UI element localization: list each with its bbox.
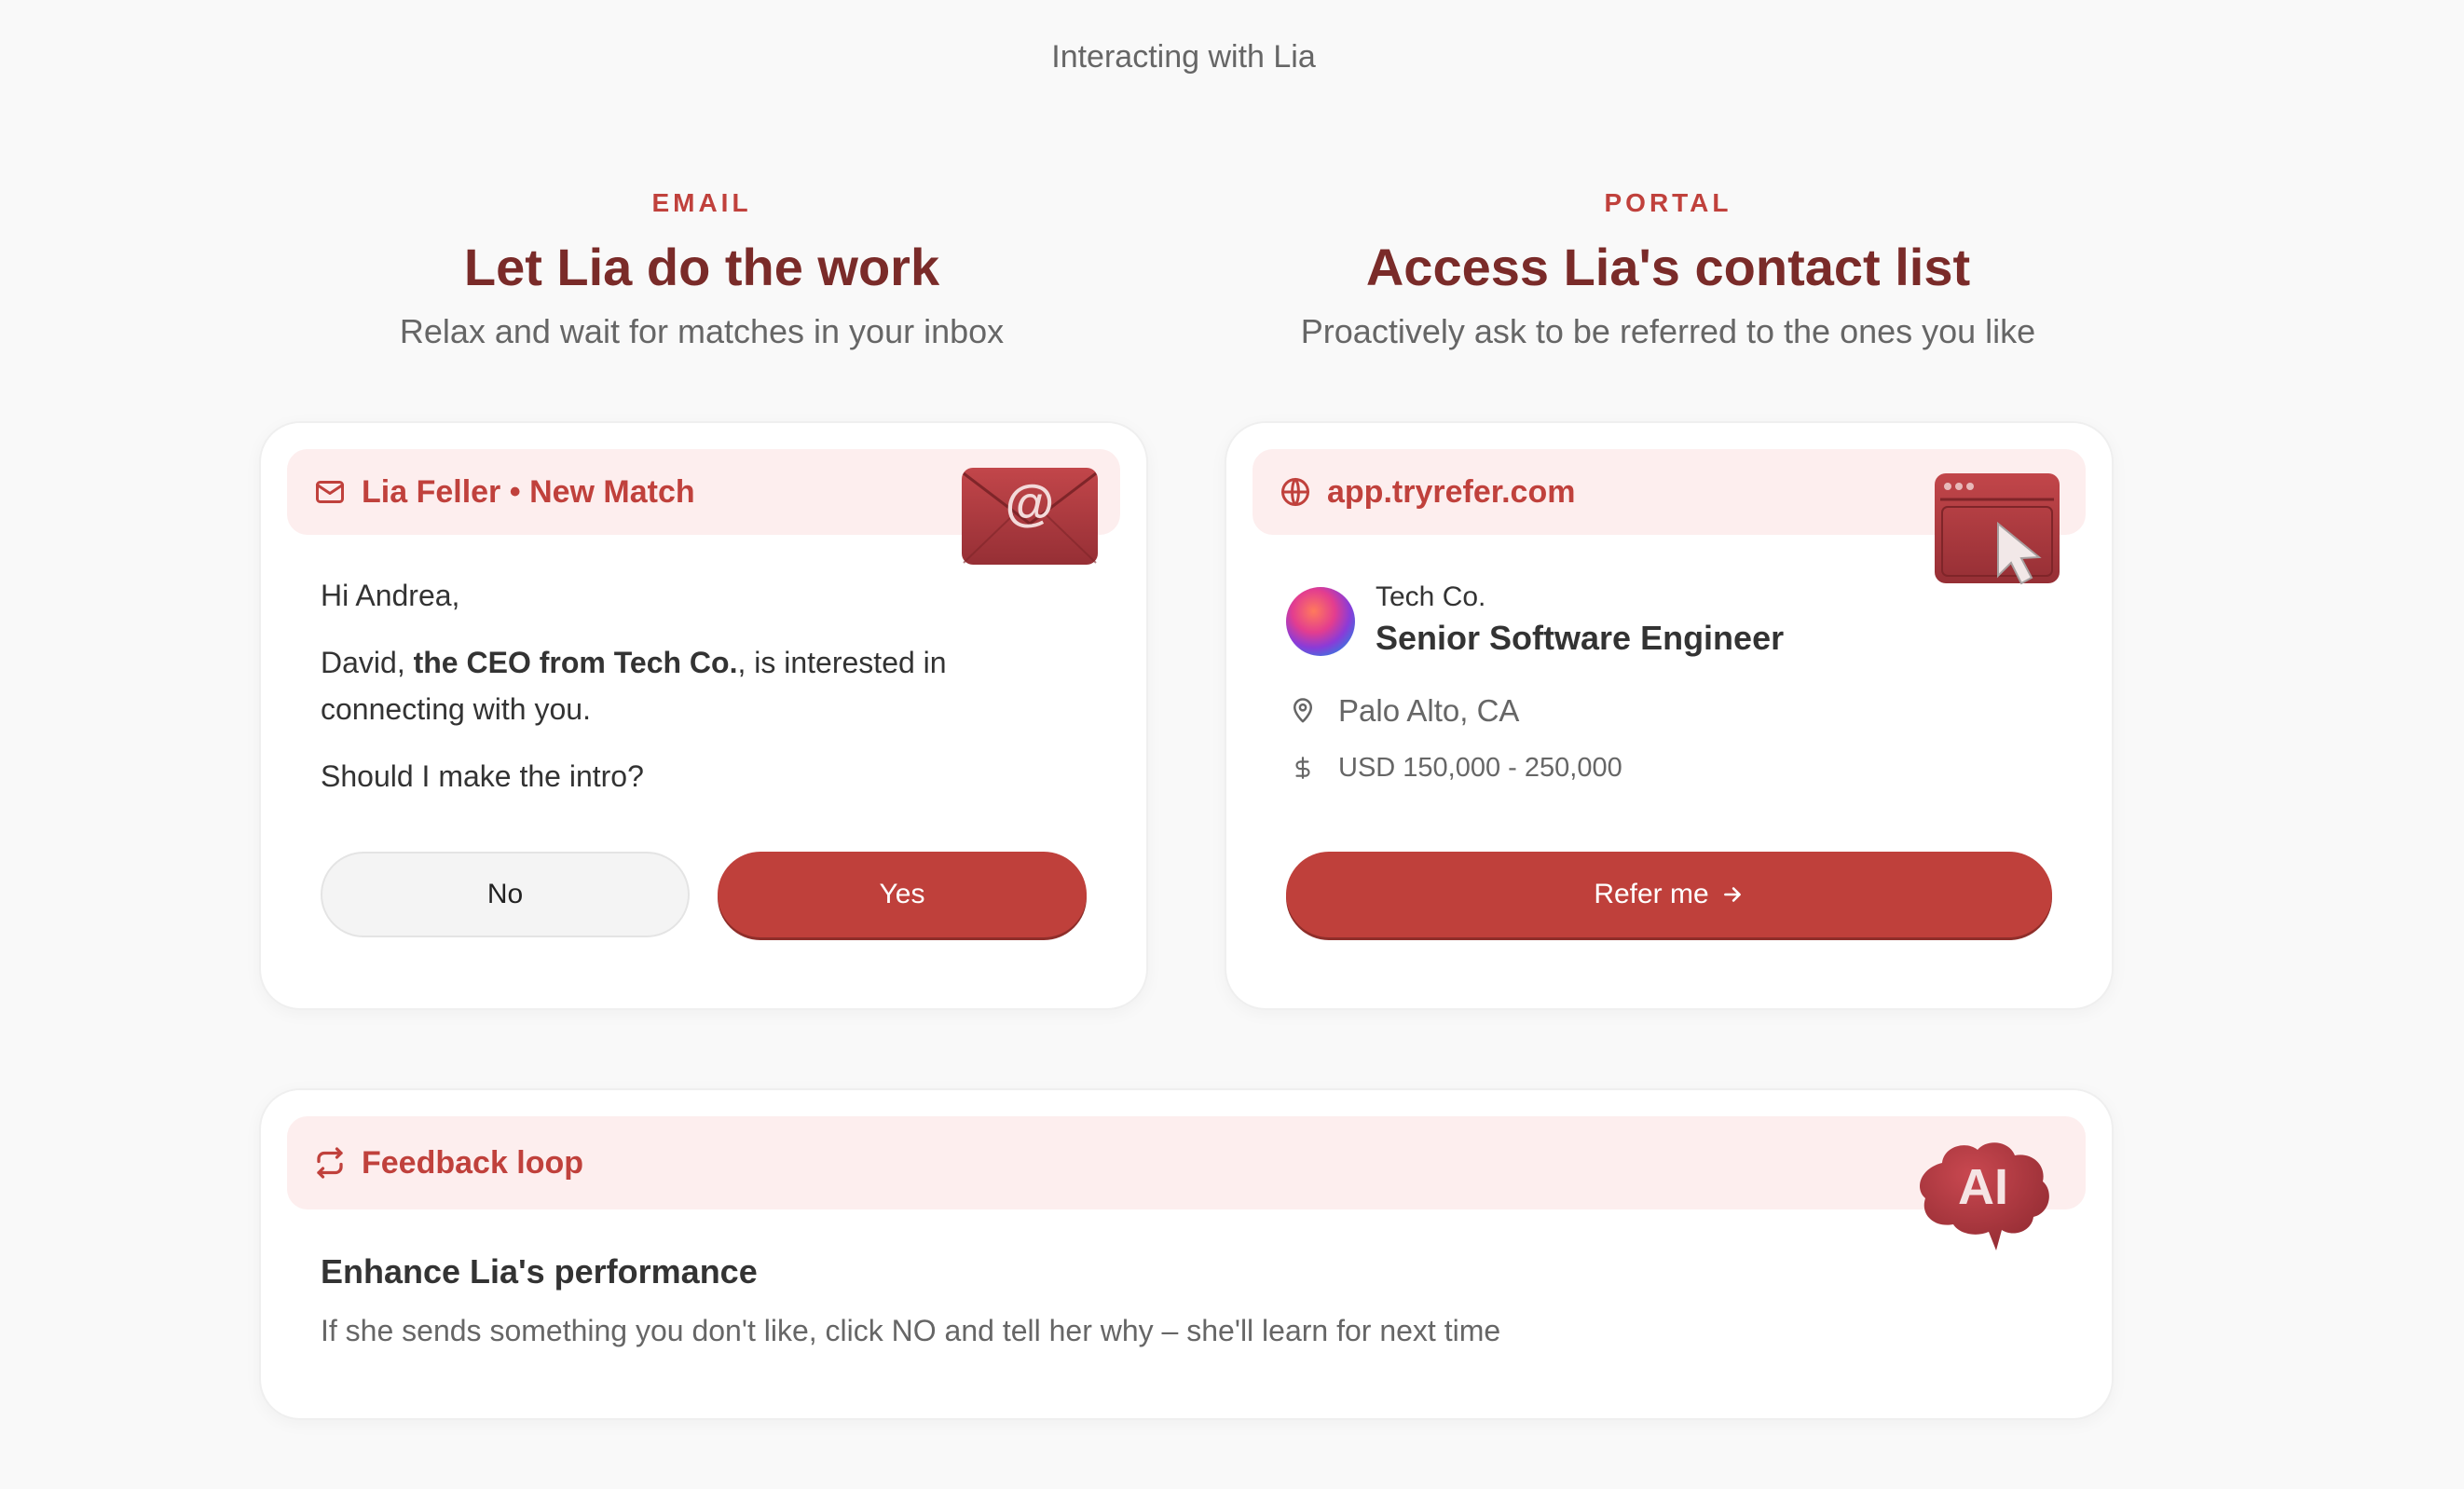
portal-eyebrow: PORTAL (1604, 188, 1732, 217)
mail-icon (313, 475, 347, 509)
company-name: Tech Co. (1376, 581, 1486, 612)
job-location: Palo Alto, CA (1286, 693, 1519, 729)
email-message: David, the CEO from Tech Co., is interes… (321, 646, 947, 726)
feedback-title: Enhance Lia's performance (321, 1252, 758, 1291)
refer-me-button[interactable]: Refer me (1286, 852, 2052, 937)
email-section-header: EMAIL Let Lia do the work Relax and wait… (259, 188, 1144, 351)
feedback-text: If she sends something you don't like, c… (321, 1314, 1501, 1347)
globe-icon (1279, 475, 1312, 509)
portal-section-header: PORTAL Access Lia's contact list Proacti… (1225, 188, 2111, 351)
job-location-text: Palo Alto, CA (1338, 693, 1520, 728)
portal-card: app.tryrefer.com Tech Co. Senior Softwar… (1225, 421, 2114, 1010)
feedback-card: Feedback loop AI Enhance Lia's performan… (259, 1088, 2114, 1420)
email-card: Lia Feller • New Match @ Hi Andrea, Davi… (259, 421, 1148, 1010)
email-eyebrow: EMAIL (651, 188, 752, 217)
job-salary-text: USD 150,000 - 250,000 (1338, 752, 1622, 783)
email-body: Hi Andrea, David, the CEO from Tech Co.,… (321, 572, 973, 820)
feedback-header-label: Feedback loop (362, 1144, 584, 1181)
portal-subtitle: Proactively ask to be referred to the on… (1300, 312, 2036, 350)
envelope-at-3d-icon: @ (960, 466, 1100, 567)
job-salary: USD 150,000 - 250,000 (1286, 751, 1622, 785)
email-subtitle: Relax and wait for matches in your inbox (399, 312, 1005, 350)
portal-url[interactable]: app.tryrefer.com (1327, 474, 1575, 511)
repeat-icon (313, 1146, 347, 1180)
portal-title: Access Lia's contact list (1365, 238, 1971, 296)
email-title: Let Lia do the work (463, 238, 940, 296)
email-greeting: Hi Andrea, (321, 579, 460, 612)
arrow-right-icon (1720, 882, 1745, 907)
email-message-highlight: the CEO from Tech Co. (413, 646, 738, 679)
svg-text:@: @ (1006, 475, 1055, 531)
feedback-card-header: Feedback loop (287, 1116, 2086, 1209)
location-pin-icon (1286, 694, 1320, 728)
no-button[interactable]: No (321, 852, 690, 937)
email-sender-label: Lia Feller • New Match (362, 473, 695, 510)
refer-me-label: Refer me (1594, 879, 1709, 909)
email-question: Should I make the intro? (321, 759, 644, 793)
page-heading: Interacting with Lia (1051, 39, 1316, 75)
ai-badge-text: AI (1958, 1159, 2008, 1215)
browser-cursor-3d-icon (1933, 471, 2061, 585)
dollar-icon (1286, 751, 1320, 785)
yes-button[interactable]: Yes (718, 852, 1087, 937)
ai-cloud-3d-icon: AI (1914, 1137, 2054, 1254)
job-title[interactable]: Senior Software Engineer (1376, 619, 1784, 658)
company-logo (1286, 587, 1355, 656)
